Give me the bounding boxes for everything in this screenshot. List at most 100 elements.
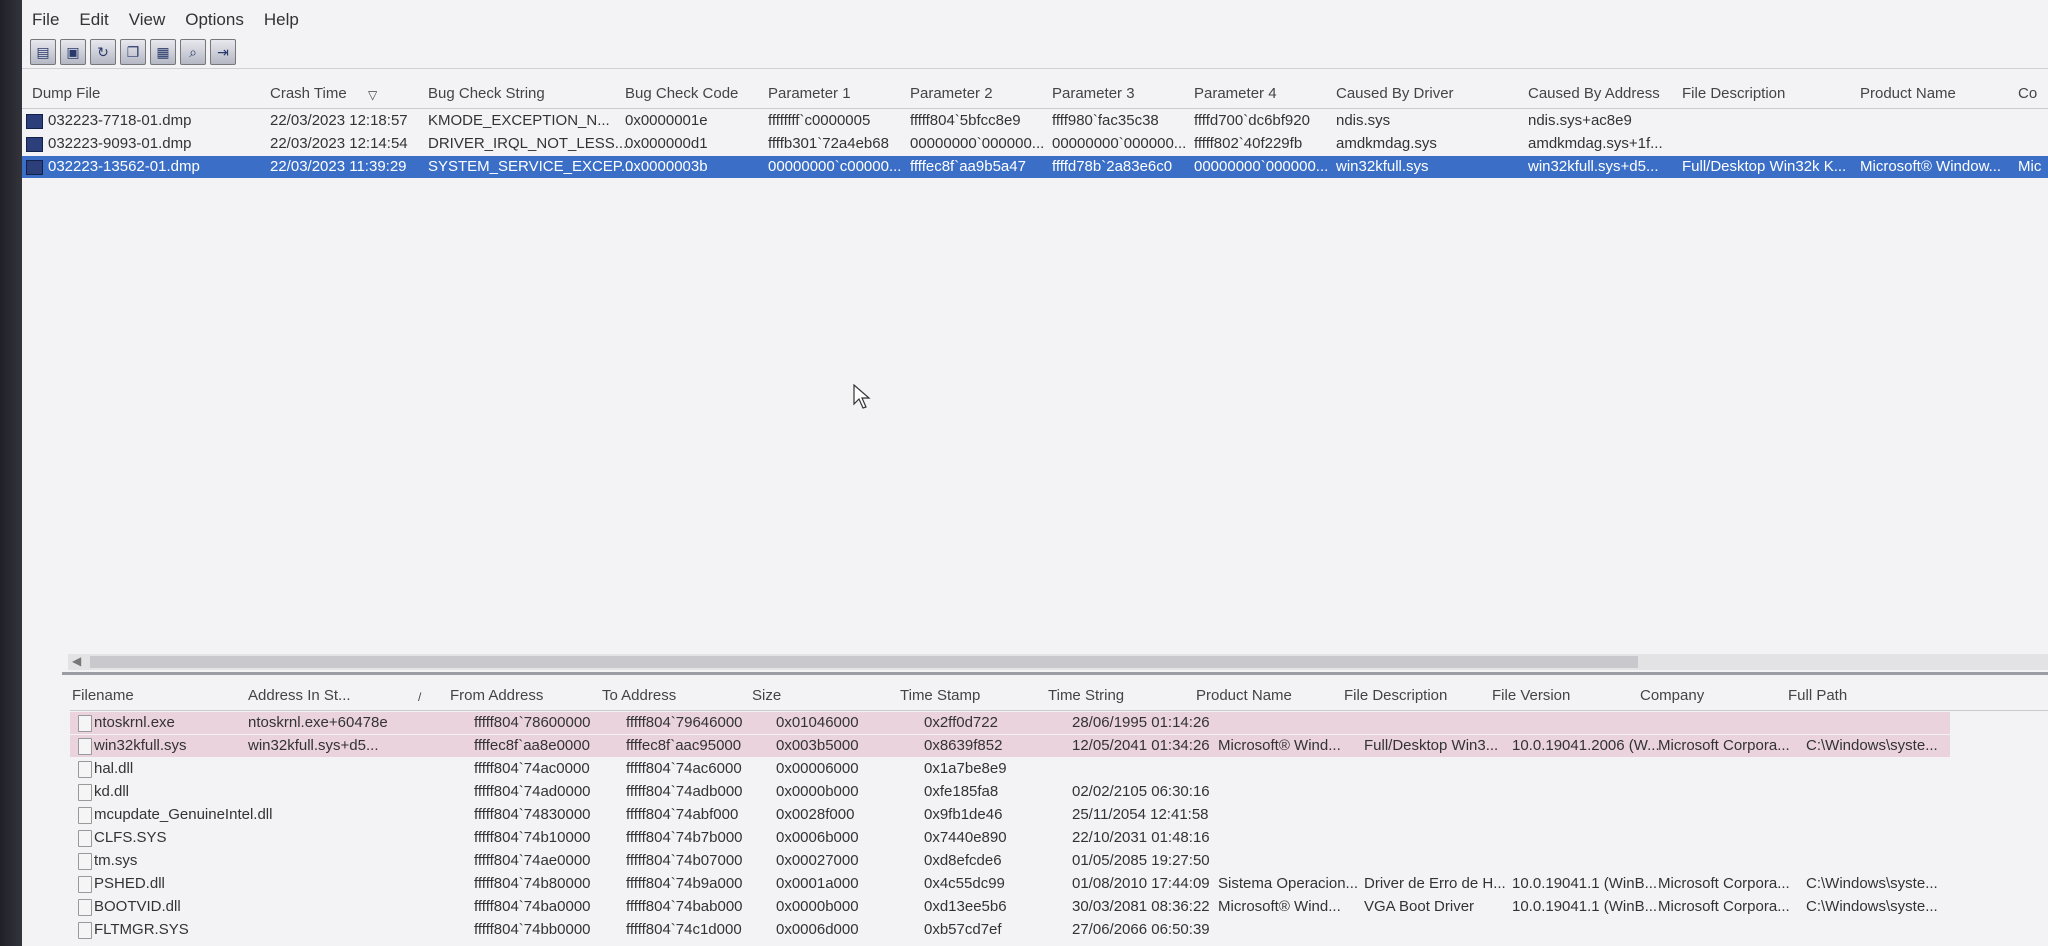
crash-dump-row[interactable]: 032223-13562-01.dmp 22/03/2023 11:39:29 SY… — [22, 156, 2048, 178]
cell-tstr: 28/06/1995 01:14:26 — [1072, 714, 1210, 731]
cell-name: kd.dll — [94, 783, 130, 800]
cell-tstr: 01/05/2085 19:27:50 — [1072, 852, 1210, 869]
cell-prod: Sistema Operacion... — [1218, 875, 1359, 892]
cell-prod: Microsoft® Window... — [1860, 158, 2002, 175]
menu-help[interactable]: Help — [254, 6, 309, 36]
module-file-icon — [78, 876, 92, 893]
col-parameter-2[interactable]: Parameter 2 — [910, 85, 993, 102]
driver-row[interactable]: PSHED.dll fffff804`74b80000 fffff804`74b9a… — [70, 873, 1950, 895]
menu-view[interactable]: View — [119, 6, 176, 36]
cell-p1: 00000000`c00000... — [768, 158, 902, 175]
cell-from: ffffec8f`aa8e0000 — [474, 737, 590, 754]
col-size[interactable]: Size — [752, 687, 781, 704]
cell-stamp: 0x7440e890 — [924, 829, 1007, 846]
col-crash-time[interactable]: Crash Time — [270, 85, 347, 102]
col-caused-by-driver[interactable]: Caused By Driver — [1336, 85, 1454, 102]
cell-stamp: 0x2ff0d722 — [924, 714, 998, 731]
cell-to: fffff804`79646000 — [626, 714, 743, 731]
cell-p4: 00000000`000000... — [1194, 158, 1329, 175]
cell-name: FLTMGR.SYS — [94, 921, 189, 938]
driver-row[interactable]: hal.dll fffff804`74ac0000 fffff804`74ac600… — [70, 758, 1950, 780]
module-file-icon — [78, 853, 92, 870]
cell-addr: ndis.sys+ac8e9 — [1528, 112, 1632, 129]
cell-name: mcupdate_GenuineIntel.dll — [94, 806, 273, 823]
save-list-icon[interactable]: ▤ — [30, 39, 56, 65]
col-from-address[interactable]: From Address — [450, 687, 543, 704]
cell-desc: Full/Desktop Win32k K... — [1682, 158, 1847, 175]
dump-file-icon — [26, 114, 43, 129]
cell-str: DRIVER_IRQL_NOT_LESS... — [428, 135, 628, 152]
driver-row[interactable]: CLFS.SYS fffff804`74b10000 fffff804`74b7b0… — [70, 827, 1950, 849]
find-icon[interactable]: ⌕ — [180, 39, 206, 65]
driver-row[interactable]: BOOTVID.dll fffff804`74ba0000 fffff804`74b… — [70, 896, 1950, 918]
col-bug-check-code[interactable]: Bug Check Code — [625, 85, 738, 102]
cell-desc: Driver de Erro de H... — [1364, 875, 1506, 892]
save-icon[interactable]: ▣ — [60, 39, 86, 65]
driver-row[interactable]: mcupdate_GenuineIntel.dll fffff804`748300… — [70, 804, 1950, 826]
cell-ver: 10.0.19041.1 (WinB... — [1512, 875, 1658, 892]
driver-row[interactable]: ntoskrnl.exe ntoskrnl.exe+60478e fffff804`… — [70, 712, 1950, 734]
col-caused-by-address[interactable]: Caused By Address — [1528, 85, 1660, 102]
col-company[interactable]: Company — [1640, 687, 1704, 704]
cell-tstr: 22/10/2031 01:48:16 — [1072, 829, 1210, 846]
col-file-description[interactable]: File Description — [1344, 687, 1447, 704]
col-parameter-3[interactable]: Parameter 3 — [1052, 85, 1135, 102]
cell-stamp: 0x8639f852 — [924, 737, 1003, 754]
cell-stamp: 0xd8efcde6 — [924, 852, 1002, 869]
col-parameter-1[interactable]: Parameter 1 — [768, 85, 851, 102]
menu-options[interactable]: Options — [175, 6, 254, 36]
cell-tstr: 01/08/2010 17:44:09 — [1072, 875, 1210, 892]
cell-size: 0x0028f000 — [776, 806, 855, 823]
col-dump-file[interactable]: Dump File — [32, 85, 100, 102]
driver-row[interactable]: FLTMGR.SYS fffff804`74bb0000 fffff804`74c1… — [70, 919, 1950, 941]
col-address-in-stack[interactable]: Address In St... — [248, 687, 351, 704]
col-to-address[interactable]: To Address — [602, 687, 676, 704]
col-full-path[interactable]: Full Path — [1788, 687, 1847, 704]
cell-from: fffff804`74ba0000 — [474, 898, 591, 915]
module-file-icon — [78, 784, 92, 801]
copy-icon[interactable]: ❐ — [120, 39, 146, 65]
cell-ver: 10.0.19041.1 (WinB... — [1512, 898, 1658, 915]
cell-to: fffff804`74ac6000 — [626, 760, 742, 777]
menu-file[interactable]: File — [22, 6, 69, 36]
cell-dump: 032223-9093-01.dmp — [48, 135, 192, 152]
col-file-description[interactable]: File Description — [1682, 85, 1785, 102]
module-file-icon — [78, 899, 92, 916]
cell-str: SYSTEM_SERVICE_EXCEP... — [428, 158, 634, 175]
crash-dump-row[interactable]: 032223-7718-01.dmp 22/03/2023 12:18:57 KMO… — [22, 110, 2048, 132]
cell-from: fffff804`74ae0000 — [474, 852, 591, 869]
cell-size: 0x00006000 — [776, 760, 859, 777]
scroll-left-icon[interactable]: ◀ — [72, 654, 81, 668]
col-product-name[interactable]: Product Name — [1196, 687, 1292, 704]
cell-name: win32kfull.sys — [94, 737, 187, 754]
menu-edit[interactable]: Edit — [69, 6, 118, 36]
crash-dump-row[interactable]: 032223-9093-01.dmp 22/03/2023 12:14:54 DRI… — [22, 133, 2048, 155]
scrollbar-thumb[interactable] — [90, 656, 1638, 668]
col-company[interactable]: Co — [2018, 85, 2037, 102]
col-file-version[interactable]: File Version — [1492, 687, 1570, 704]
refresh-icon[interactable]: ↻ — [90, 39, 116, 65]
cell-ver: 10.0.19041.2006 (W... — [1512, 737, 1660, 754]
pane-splitter[interactable] — [62, 672, 2048, 675]
col-time-string[interactable]: Time String — [1048, 687, 1124, 704]
cell-driver: amdkmdag.sys — [1336, 135, 1437, 152]
cell-size: 0x0001a000 — [776, 875, 859, 892]
col-product-name[interactable]: Product Name — [1860, 85, 1956, 102]
cell-code: 0x000000d1 — [625, 135, 708, 152]
driver-row[interactable]: win32kfull.sys win32kfull.sys+d5... ffffec… — [70, 735, 1950, 757]
col-bug-check-string[interactable]: Bug Check String — [428, 85, 545, 102]
col-filename[interactable]: Filename — [72, 687, 134, 704]
cell-p1: ffffb301`72a4eb68 — [768, 135, 889, 152]
cell-p2: 00000000`000000... — [910, 135, 1045, 152]
driver-row[interactable]: kd.dll fffff804`74ad0000 fffff804`74adb000… — [70, 781, 1950, 803]
cell-tstr: 27/06/2066 06:50:39 — [1072, 921, 1210, 938]
cell-to: fffff804`74adb000 — [626, 783, 743, 800]
horizontal-scrollbar[interactable]: ◀ — [68, 654, 2048, 670]
exit-icon[interactable]: ⇥ — [210, 39, 236, 65]
driver-row[interactable]: tm.sys fffff804`74ae0000 fffff804`74b07000… — [70, 850, 1950, 872]
properties-icon[interactable]: ▦ — [150, 39, 176, 65]
cell-dump: 032223-7718-01.dmp — [48, 112, 192, 129]
col-time-stamp[interactable]: Time Stamp — [900, 687, 980, 704]
cell-prod: Microsoft® Wind... — [1218, 737, 1341, 754]
col-parameter-4[interactable]: Parameter 4 — [1194, 85, 1277, 102]
